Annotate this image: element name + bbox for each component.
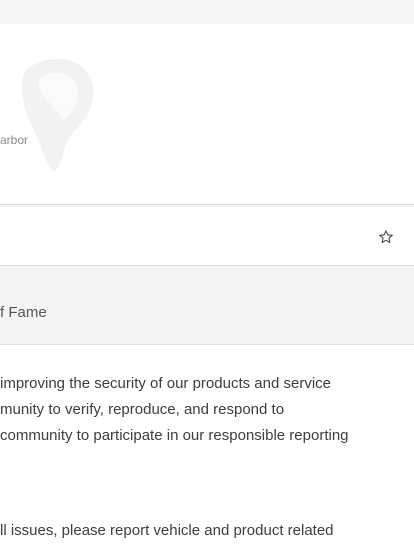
paragraph-line: munity to verify, reproduce, and respond… [0,401,285,418]
profile-header-card: arbor [0,24,414,205]
paragraph-line: improving the security of our products a… [0,375,331,392]
favorite-button[interactable] [372,223,400,251]
watermark-logo-icon [21,58,94,172]
tabs-band: f Fame [0,266,414,345]
tab-hall-of-fame[interactable]: f Fame [0,304,47,321]
policy-content: improving the security of our products a… [0,345,414,552]
paragraph-line: ll issues, please report vehicle and pro… [0,522,334,539]
star-outline-icon [379,230,393,244]
top-strip [0,0,414,24]
profile-subtitle: arbor [0,133,29,147]
paragraph-line: community to participate in our responsi… [0,427,349,444]
action-bar [0,207,414,266]
